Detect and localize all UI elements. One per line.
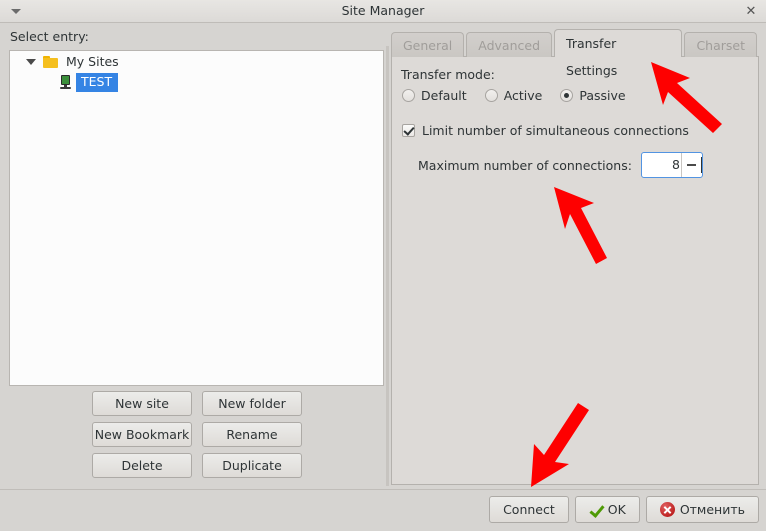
close-icon[interactable]: ✕ (743, 4, 759, 20)
settings-notebook: General Advanced Transfer Settings Chars… (391, 29, 759, 485)
check-icon (589, 503, 603, 517)
site-action-buttons: New site New folder New Bookmark Rename … (92, 391, 310, 478)
transfer-mode-label: Transfer mode: (401, 67, 495, 82)
tab-advanced[interactable]: Advanced (466, 32, 553, 57)
checkbox-label: Limit number of simultaneous connections (422, 123, 689, 138)
server-icon (59, 75, 72, 90)
tree-item-label: My Sites (66, 53, 119, 69)
connect-button-label: Connect (503, 502, 555, 517)
transfer-mode-radio-group: Default Active Passive (402, 88, 644, 103)
max-connections-row: Maximum number of connections: 8 (418, 152, 703, 178)
connect-button[interactable]: Connect (489, 496, 569, 523)
tab-general[interactable]: General (391, 32, 465, 57)
radio-label: Default (421, 88, 467, 103)
rename-button[interactable]: Rename (202, 422, 302, 447)
tree-item-test[interactable]: TEST (10, 72, 383, 93)
radio-icon (560, 89, 574, 102)
radio-active[interactable]: Active (484, 88, 543, 103)
dialog-action-bar: Connect OK Отменить (0, 489, 766, 531)
radio-default[interactable]: Default (402, 88, 467, 103)
radio-label: Passive (579, 88, 626, 103)
transfer-settings-panel: Transfer mode: Default Active Passive Li… (391, 56, 759, 485)
new-bookmark-button[interactable]: New Bookmark (92, 422, 192, 447)
tab-charset[interactable]: Charset (684, 32, 757, 57)
duplicate-button[interactable]: Duplicate (202, 453, 302, 478)
select-entry-label: Select entry: (10, 29, 89, 44)
radio-icon (484, 89, 498, 102)
spinner-stepper-icon[interactable] (680, 153, 702, 177)
checkbox-icon (402, 124, 415, 137)
pane-splitter[interactable] (386, 46, 389, 486)
limit-connections-checkbox[interactable]: Limit number of simultaneous connections (402, 123, 689, 138)
window-titlebar: Site Manager ✕ (0, 0, 766, 23)
cancel-button[interactable]: Отменить (645, 496, 759, 523)
ok-button[interactable]: OK (574, 496, 640, 523)
tree-item-my-sites[interactable]: My Sites (10, 51, 383, 72)
folder-icon (43, 55, 58, 68)
expander-icon[interactable] (26, 58, 36, 65)
cancel-button-label: Отменить (679, 502, 745, 517)
max-connections-input[interactable]: 8 (642, 153, 681, 177)
tree-item-label: TEST (76, 73, 119, 92)
radio-icon (402, 89, 415, 102)
new-site-button[interactable]: New site (92, 391, 192, 416)
tab-transfer-settings[interactable]: Transfer Settings (554, 29, 683, 78)
cancel-icon (659, 502, 675, 517)
window-title: Site Manager (341, 3, 425, 18)
site-tree-view[interactable]: My Sites TEST (9, 50, 384, 386)
max-connections-label: Maximum number of connections: (418, 157, 632, 173)
new-folder-button[interactable]: New folder (202, 391, 302, 416)
radio-label: Active (503, 88, 543, 103)
radio-passive[interactable]: Passive (560, 88, 626, 103)
notebook-tabs: General Advanced Transfer Settings Chars… (391, 29, 759, 78)
max-connections-spinner[interactable]: 8 (640, 152, 703, 178)
ok-button-label: OK (607, 502, 626, 517)
delete-button[interactable]: Delete (92, 453, 192, 478)
